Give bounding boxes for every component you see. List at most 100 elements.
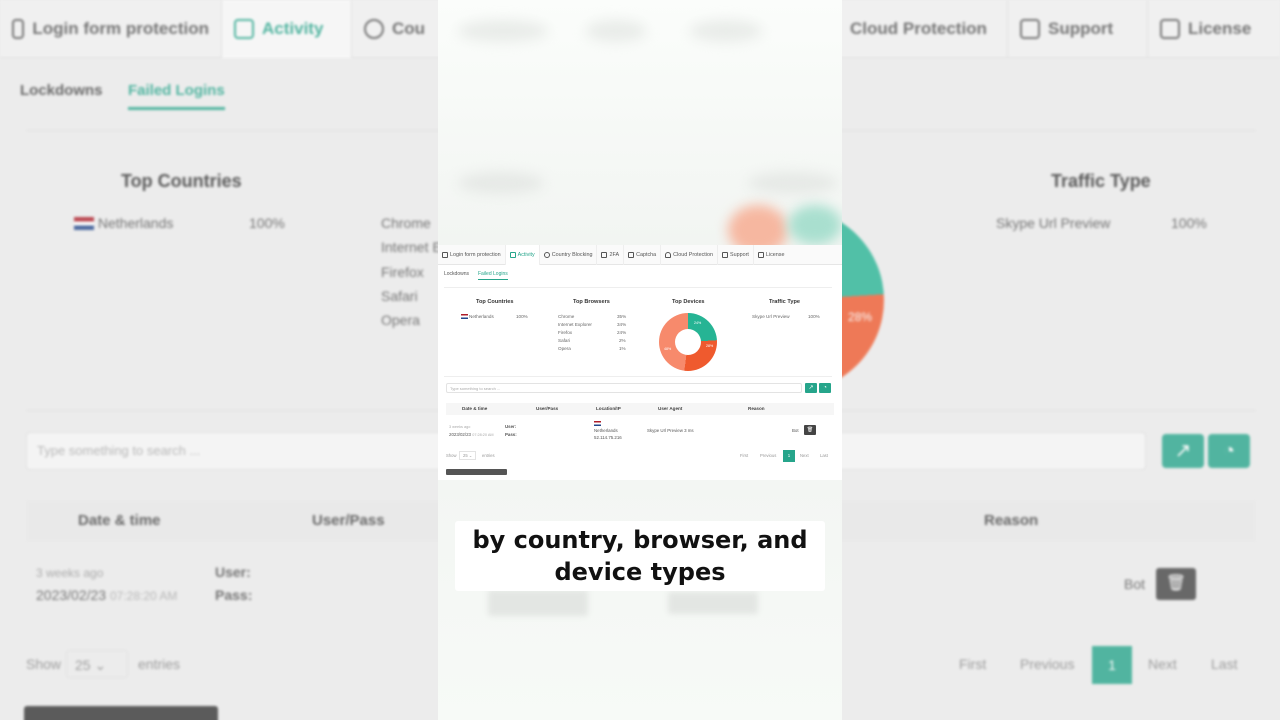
tab-login-form-protection[interactable]: Login form protection	[438, 245, 506, 265]
tab-label: License	[765, 252, 785, 258]
tab-country-blocking[interactable]: Country Blocking	[540, 245, 598, 265]
col-user-agent[interactable]: User Agent	[658, 406, 682, 411]
document-icon	[234, 18, 254, 39]
panel-blurred-top	[438, 0, 842, 255]
bg-row-pass: Pass:	[215, 587, 253, 603]
bg-subtab-failed-logins: Failed Logins	[128, 82, 225, 110]
support-icon	[722, 252, 728, 258]
bg-tab-country: Cou	[352, 0, 438, 58]
bg-title-traffic-type: Traffic Type	[1051, 171, 1151, 191]
bg-traffic-name: Skype Url Preview	[996, 215, 1111, 231]
devices-donut-chart	[659, 313, 717, 371]
tab-captcha[interactable]: Captcha	[624, 245, 662, 265]
bg-browser-ie: Internet E	[381, 239, 442, 255]
panel-blurred-bottom	[438, 480, 842, 720]
pagination-current[interactable]: 1	[783, 450, 795, 462]
captcha-icon	[628, 252, 635, 258]
blur-blob	[488, 590, 588, 616]
bg-traffic-value: 100%	[1171, 215, 1207, 231]
bg-pag-current: 1	[1092, 646, 1132, 684]
row-flag	[594, 421, 602, 426]
bg-row-reason: Bot	[1124, 576, 1146, 592]
row-date-text: 2023/02/23	[449, 432, 471, 437]
bg-entries-value: 25	[75, 657, 91, 673]
bg-tab-label: License	[1188, 18, 1252, 38]
tab-license[interactable]: License	[754, 245, 789, 265]
row-time: 07:28:20 AM	[472, 433, 494, 437]
subtab-failed-logins[interactable]: Failed Logins	[478, 271, 508, 280]
browser-name: Firefox	[558, 330, 573, 335]
key-icon	[1160, 18, 1180, 39]
entries-value: 25	[463, 453, 468, 458]
traffic-name: Skype Url Preview	[752, 314, 790, 319]
tab-support[interactable]: Support	[718, 245, 754, 265]
top-browsers-title: Top Browsers	[573, 299, 610, 305]
traffic-type-title: Traffic Type	[769, 299, 800, 305]
tab-label: Support	[730, 252, 749, 258]
two-factor-icon	[601, 252, 608, 258]
video-frame: Login form protection Activity Cou Cloud…	[0, 0, 1280, 720]
bg-browser-opera: Opera	[381, 312, 420, 328]
col-reason[interactable]: Reason	[748, 406, 765, 411]
video-panel: Login form protection Activity Country B…	[438, 0, 842, 720]
bg-tab-label: Support	[1048, 18, 1114, 38]
search-input[interactable]: Type something to search ...	[446, 383, 802, 393]
top-countries-title: Top Countries	[476, 299, 514, 305]
key-icon	[757, 252, 764, 258]
globe-icon	[543, 252, 550, 258]
bg-pag-next: Next	[1148, 656, 1177, 672]
login-icon	[12, 18, 25, 39]
row-country: Netherlands	[594, 428, 618, 433]
col-user-pass[interactable]: User/Pass	[536, 406, 558, 411]
divider	[444, 376, 832, 377]
bg-tab-login: Login form protection	[0, 0, 222, 58]
subtab-lockdowns[interactable]: Lockdowns	[444, 271, 469, 277]
pagination-first[interactable]: First	[740, 453, 748, 458]
bg-tab-license: License	[1148, 0, 1280, 58]
browser-name: Safari	[558, 338, 571, 343]
tab-activity[interactable]: Activity	[505, 245, 540, 265]
top-devices-title: Top Devices	[672, 299, 705, 305]
chart-icon[interactable]: ↗	[805, 383, 817, 393]
bg-tab-activity: Activity	[222, 0, 352, 58]
bg-tab-label: Login form protection	[32, 18, 209, 38]
bg-subtab-lockdowns: Lockdowns	[20, 82, 103, 99]
pagination-next[interactable]: Next	[800, 453, 809, 458]
pagination-previous[interactable]: Previous	[760, 453, 776, 458]
traffic-value: 100%	[808, 314, 820, 319]
bg-row-date: 2023/02/23 07:28:20 AM	[36, 587, 177, 603]
bg-browser-firefox: Firefox	[381, 264, 424, 280]
entries-select[interactable]: 25 ⌄	[459, 451, 477, 460]
tab-label: Country Blocking	[551, 252, 593, 258]
blur-blob	[690, 20, 762, 42]
pagination-last[interactable]: Last	[820, 453, 828, 458]
bg-export-button	[24, 706, 218, 720]
export-button[interactable]	[446, 469, 507, 475]
caption-line-1: by country, browser, and	[472, 526, 808, 554]
netherlands-flag-icon	[74, 217, 94, 230]
netherlands-flag-icon	[594, 421, 601, 426]
tab-cloud-protection[interactable]: Cloud Protection	[661, 245, 718, 265]
country-value: 100%	[516, 314, 528, 319]
entries-label: entries	[482, 453, 495, 458]
bg-country-name: Netherlands	[97, 215, 174, 231]
col-location-ip[interactable]: Location/IP	[596, 406, 621, 411]
bg-show-label: Show	[26, 656, 62, 672]
bg-country-value: 100%	[249, 215, 285, 231]
trash-icon[interactable]: 🗑	[804, 425, 816, 435]
country-name: Netherlands	[469, 314, 494, 319]
bg-row-time: 07:28:20 AM	[109, 589, 178, 603]
bg-title-top-countries: Top Countries	[121, 171, 242, 191]
bg-tab-label: Activity	[262, 18, 324, 38]
pie-chart-icon[interactable]: ◔	[819, 383, 831, 393]
bg-pie-label: 28%	[848, 310, 873, 324]
netherlands-flag-icon	[461, 314, 468, 319]
donut-label: 24%	[694, 321, 702, 325]
login-icon	[442, 252, 448, 258]
tab-label: 2FA	[609, 252, 620, 258]
col-date-time[interactable]: Date & time	[462, 406, 487, 411]
bg-chart-icon: ↗	[1162, 434, 1204, 468]
row-user-agent: Skype Url Preview 3 ms	[647, 428, 694, 433]
browser-name: Internet Explorer	[558, 322, 592, 327]
tab-2fa[interactable]: 2FA	[597, 245, 625, 265]
